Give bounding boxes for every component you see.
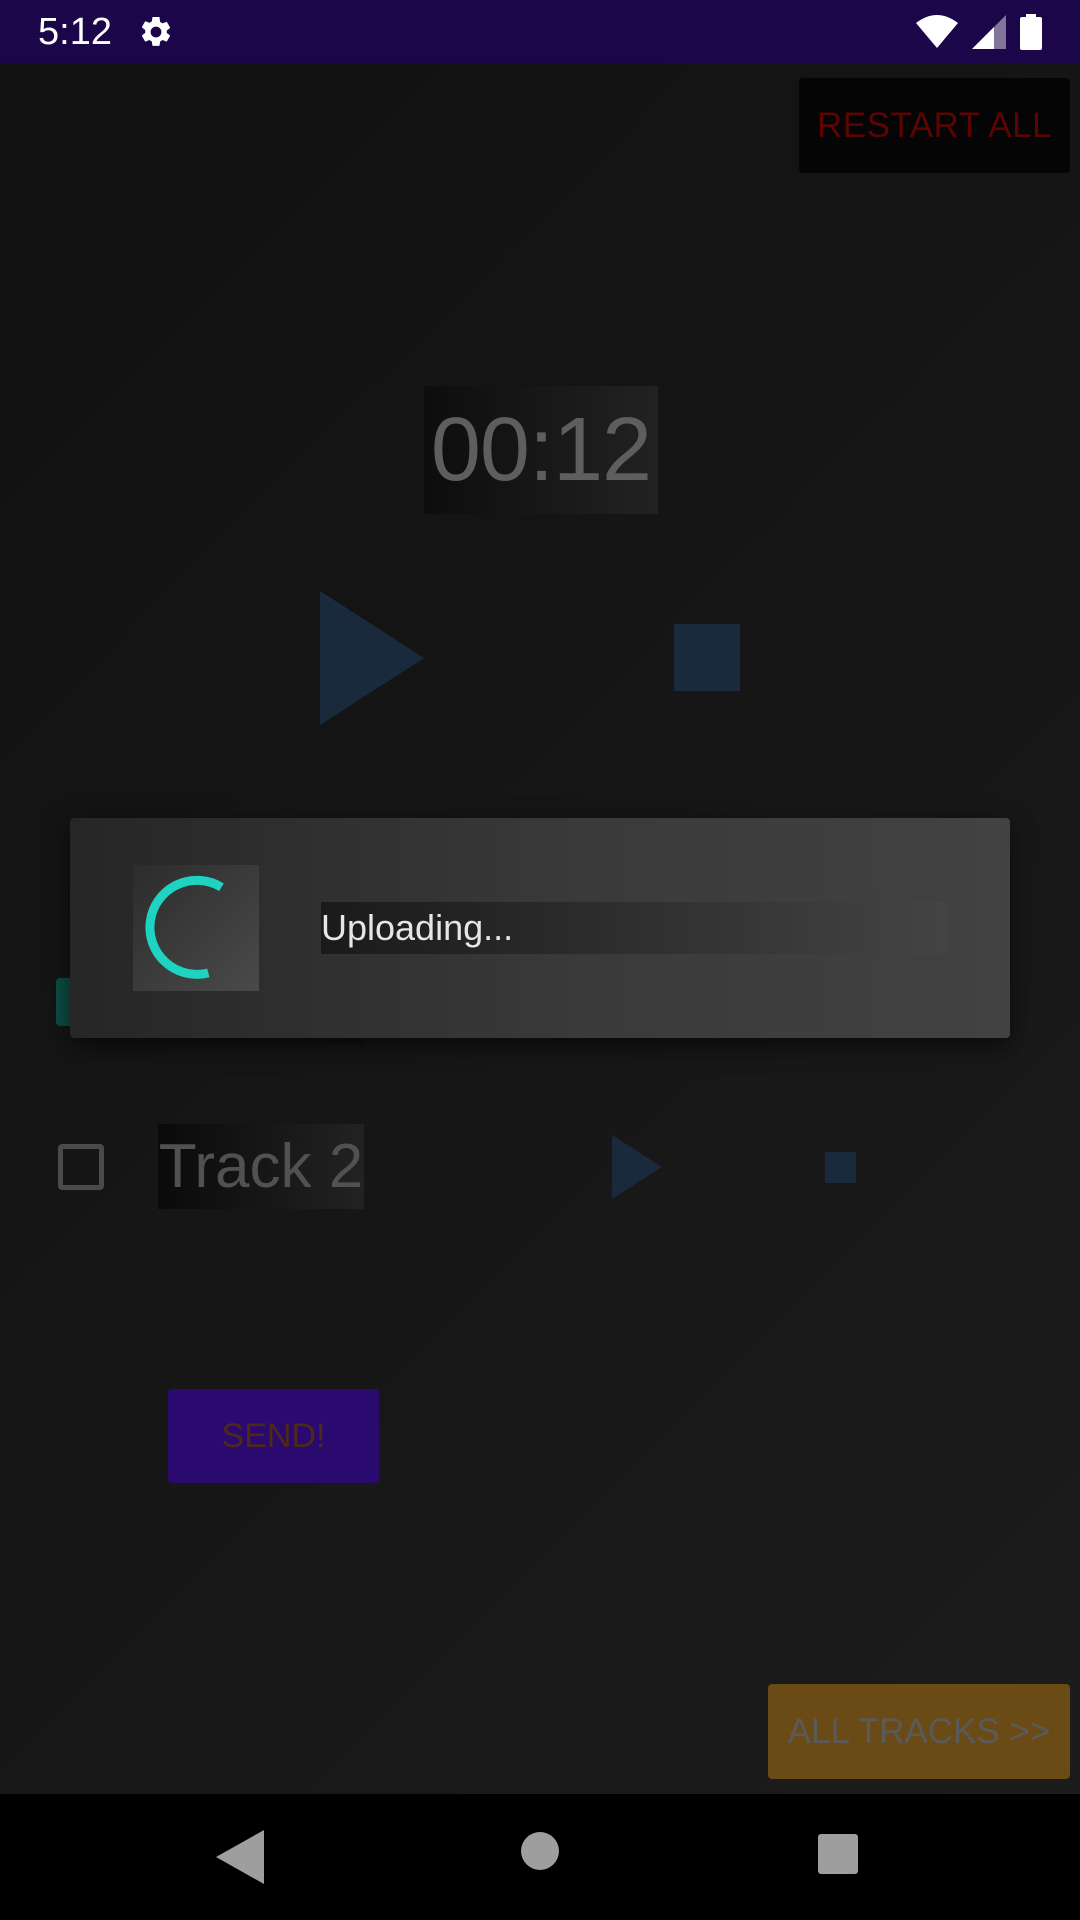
track-2-play-icon[interactable]	[612, 1135, 662, 1199]
dialog-message: Uploading...	[321, 907, 514, 948]
battery-icon	[1020, 14, 1042, 50]
track-2-stop-icon[interactable]	[825, 1152, 856, 1183]
stop-icon[interactable]	[674, 624, 740, 691]
wifi-icon	[916, 15, 958, 48]
recents-icon[interactable]	[818, 1834, 858, 1874]
timer-display: 00:12	[424, 386, 658, 514]
track-2-checkbox[interactable]	[58, 1144, 104, 1190]
track-2-label: Track 2	[158, 1124, 364, 1209]
progress-spinner-icon	[145, 875, 224, 979]
status-icons	[916, 12, 1042, 52]
send-button[interactable]: SEND!	[168, 1389, 379, 1483]
restart-all-button[interactable]: RESTART ALL	[799, 78, 1070, 173]
status-time: 5:12	[38, 11, 112, 53]
status-bar: 5:12	[0, 0, 1080, 63]
track-1-label	[158, 1038, 364, 1046]
play-icon[interactable]	[320, 591, 424, 725]
spinner-container	[133, 865, 259, 991]
gear-icon	[141, 16, 171, 46]
back-icon[interactable]	[216, 1830, 264, 1884]
signal-icon	[972, 15, 1006, 49]
upload-progress-dialog: Uploading...	[70, 818, 1010, 1038]
home-icon[interactable]	[521, 1832, 559, 1870]
all-tracks-button[interactable]: ALL TRACKS >>	[768, 1684, 1070, 1779]
navigation-bar	[0, 1794, 1080, 1920]
